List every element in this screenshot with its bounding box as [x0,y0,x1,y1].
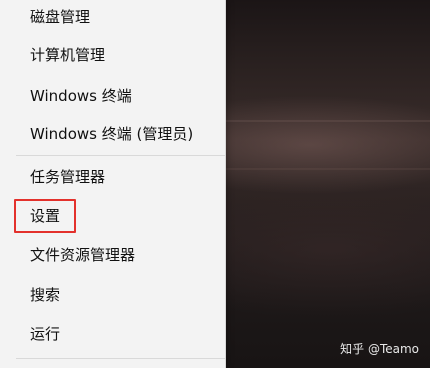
menu-item-label: 搜索 [30,286,61,304]
wallpaper-streak [225,168,430,170]
watermark-text: 知乎 @Teamo [340,342,419,356]
menu-item-label: 磁盘管理 [30,8,91,26]
wallpaper-streak [225,120,430,122]
winx-context-menu: 磁盘管理 计算机管理 Windows 终端 Windows 终端 (管理员) 任… [0,0,226,368]
menu-separator [16,358,225,359]
menu-item-label: 任务管理器 [30,168,106,186]
menu-item-computer-management[interactable]: 计算机管理 [0,38,225,72]
menu-item-label: 文件资源管理器 [30,246,136,264]
menu-item-task-manager[interactable]: 任务管理器 [0,160,225,194]
menu-item-label: 计算机管理 [30,46,106,64]
menu-item-label: Windows 终端 [30,87,132,105]
menu-item-label: 运行 [30,325,61,343]
menu-separator [16,155,225,156]
menu-item-disk-management[interactable]: 磁盘管理 [0,0,225,34]
settings-highlight-annotation [14,199,76,233]
menu-item-windows-terminal[interactable]: Windows 终端 [0,79,225,113]
menu-item-file-explorer[interactable]: 文件资源管理器 [0,238,225,272]
menu-item-run[interactable]: 运行 [0,317,225,351]
menu-item-windows-terminal-admin[interactable]: Windows 终端 (管理员) [0,117,225,151]
menu-item-label: Windows 终端 (管理员) [30,125,194,143]
menu-item-search[interactable]: 搜索 [0,278,225,312]
